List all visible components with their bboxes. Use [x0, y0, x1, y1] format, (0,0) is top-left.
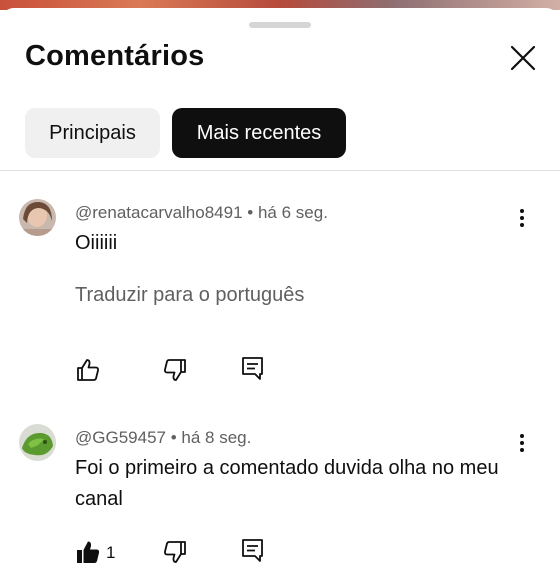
drag-handle[interactable] — [249, 22, 311, 28]
comment-more-button[interactable] — [510, 431, 534, 455]
comment-time: há 6 seg. — [257, 203, 328, 222]
reply-comment-icon — [242, 539, 263, 562]
dislike-button[interactable] — [162, 357, 188, 383]
reply-button[interactable] — [240, 537, 266, 563]
meta-separator: • — [247, 203, 258, 222]
comment-meta: @renatacarvalho8491 • há 6 seg. — [75, 203, 328, 223]
like-button[interactable] — [75, 357, 101, 383]
close-icon — [510, 45, 536, 71]
header-divider — [0, 170, 560, 171]
thumb-down-icon — [164, 541, 186, 563]
avatar[interactable] — [19, 424, 56, 461]
comment-time: há 8 seg. — [181, 428, 252, 447]
thumb-up-icon — [77, 359, 99, 381]
dislike-button[interactable] — [162, 539, 188, 565]
thumb-down-icon — [164, 359, 186, 381]
close-button[interactable] — [505, 40, 541, 76]
reply-button[interactable] — [240, 355, 266, 381]
sheet-title: Comentários — [25, 40, 205, 72]
like-count: 1 — [106, 543, 116, 562]
comment-text: Foi o primeiro a comentado duvida olha n… — [75, 457, 499, 510]
filter-chip-top[interactable]: Principais — [25, 108, 160, 158]
comment-meta: @GG59457 • há 8 seg. — [75, 428, 251, 448]
comment-author[interactable]: @renatacarvalho8491 — [75, 203, 243, 222]
meta-separator: • — [170, 428, 182, 447]
more-vert-icon — [520, 209, 524, 227]
reply-comment-icon — [242, 357, 263, 380]
more-vert-icon — [520, 434, 524, 452]
avatar[interactable] — [19, 199, 56, 236]
thumb-up-filled-icon — [77, 541, 100, 563]
comment-text: Oiiiiii — [75, 232, 118, 254]
translate-link[interactable]: Traduzir para o português — [75, 284, 304, 307]
filter-chip-newest[interactable]: Mais recentes — [172, 108, 346, 158]
like-button[interactable] — [75, 539, 101, 565]
comment-more-button[interactable] — [510, 206, 534, 230]
comment-author[interactable]: @GG59457 — [75, 428, 166, 447]
